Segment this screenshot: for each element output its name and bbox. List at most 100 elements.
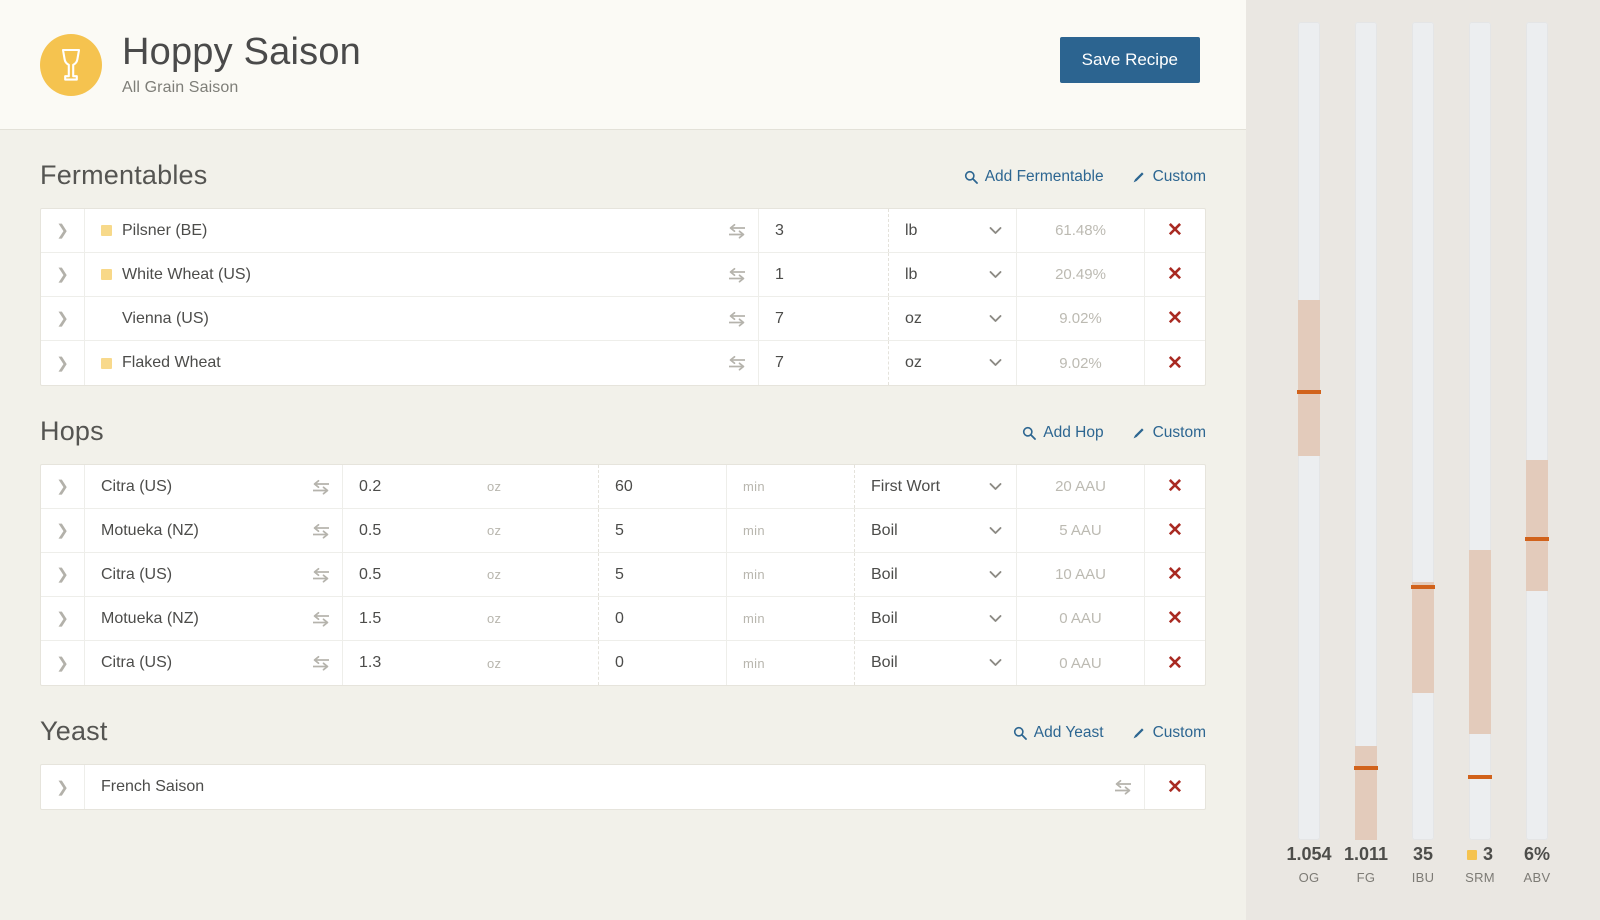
delete-row-button[interactable]: ✕ xyxy=(1145,509,1205,552)
hop-name-cell[interactable]: Motueka (NZ) xyxy=(85,597,299,640)
swap-ingredient-button[interactable] xyxy=(1101,765,1145,809)
expand-row-toggle[interactable]: ❯ xyxy=(41,297,85,340)
hop-use-select[interactable]: Boil xyxy=(855,509,1017,552)
table-row[interactable]: ❯ Citra (US) 1.3 oz 0 min Boil 0 AAU ✕ xyxy=(41,641,1205,685)
add-fermentable-button[interactable]: Add Fermentable xyxy=(964,168,1104,186)
add-yeast-button[interactable]: Add Yeast xyxy=(1013,724,1104,742)
table-row[interactable]: ❯ White Wheat (US) 1 lb 20.49% ✕ xyxy=(41,253,1205,297)
fermentable-unit-select[interactable]: lb xyxy=(889,253,1017,296)
expand-row-toggle[interactable]: ❯ xyxy=(41,465,85,508)
swap-ingredient-button[interactable] xyxy=(299,509,343,552)
fermentable-name-cell[interactable]: Vienna (US) xyxy=(85,297,715,340)
hop-amount-input[interactable]: 0.5 xyxy=(343,509,471,552)
gauge-style-range xyxy=(1298,300,1320,456)
swap-ingredient-button[interactable] xyxy=(299,597,343,640)
delete-row-button[interactable]: ✕ xyxy=(1145,553,1205,596)
table-row[interactable]: ❯ Pilsner (BE) 3 lb 61.48% ✕ xyxy=(41,209,1205,253)
close-icon: ✕ xyxy=(1167,608,1183,629)
hop-time-input[interactable]: 5 xyxy=(599,553,727,596)
delete-row-button[interactable]: ✕ xyxy=(1145,253,1205,296)
hop-name-cell[interactable]: Citra (US) xyxy=(85,465,299,508)
expand-row-toggle[interactable]: ❯ xyxy=(41,209,85,252)
hop-amount-input[interactable]: 0.5 xyxy=(343,553,471,596)
fermentable-unit-select[interactable]: oz xyxy=(889,297,1017,340)
delete-row-button[interactable]: ✕ xyxy=(1145,641,1205,685)
pencil-icon xyxy=(1132,726,1146,740)
hop-amount-input[interactable]: 1.3 xyxy=(343,641,471,685)
custom-fermentable-button[interactable]: Custom xyxy=(1132,168,1206,186)
table-row[interactable]: ❯ Motueka (NZ) 0.5 oz 5 min Boil 5 AAU ✕ xyxy=(41,509,1205,553)
expand-row-toggle[interactable]: ❯ xyxy=(41,509,85,552)
swap-ingredient-button[interactable] xyxy=(299,641,343,685)
fermentable-name-cell[interactable]: Flaked Wheat xyxy=(85,341,715,385)
gauge-value: 35 xyxy=(1412,844,1434,864)
yeast-name-cell[interactable]: French Saison xyxy=(85,765,1101,809)
hop-amount-input[interactable]: 1.5 xyxy=(343,597,471,640)
hops-table: ❯ Citra (US) 0.2 oz 60 min First Wort 20… xyxy=(40,464,1206,686)
hop-use-select[interactable]: Boil xyxy=(855,641,1017,685)
custom-yeast-button[interactable]: Custom xyxy=(1132,724,1206,742)
hop-use-select[interactable]: First Wort xyxy=(855,465,1017,508)
fermentable-unit-select[interactable]: lb xyxy=(889,209,1017,252)
expand-row-toggle[interactable]: ❯ xyxy=(41,765,85,809)
swap-ingredient-button[interactable] xyxy=(299,553,343,596)
hop-time-input[interactable]: 5 xyxy=(599,509,727,552)
expand-row-toggle[interactable]: ❯ xyxy=(41,597,85,640)
expand-row-toggle[interactable]: ❯ xyxy=(41,553,85,596)
hop-time-input[interactable]: 0 xyxy=(599,597,727,640)
table-row[interactable]: ❯ Citra (US) 0.2 oz 60 min First Wort 20… xyxy=(41,465,1205,509)
hop-name-cell[interactable]: Citra (US) xyxy=(85,553,299,596)
swap-ingredient-button[interactable] xyxy=(299,465,343,508)
close-icon: ✕ xyxy=(1167,652,1183,674)
hop-unit-label: oz xyxy=(471,641,599,685)
save-recipe-button[interactable]: Save Recipe xyxy=(1059,37,1200,83)
hop-use-select[interactable]: Boil xyxy=(855,597,1017,640)
add-hop-button[interactable]: Add Hop xyxy=(1022,424,1104,442)
table-row[interactable]: ❯ Vienna (US) 7 oz 9.02% ✕ xyxy=(41,297,1205,341)
custom-hop-button[interactable]: Custom xyxy=(1132,424,1206,442)
hop-time-unit-label: min xyxy=(727,553,855,596)
table-row[interactable]: ❯ Flaked Wheat 7 oz 9.02% ✕ xyxy=(41,341,1205,385)
chevron-down-icon xyxy=(989,354,1002,372)
fermentable-amount-input[interactable]: 1 xyxy=(759,253,889,296)
table-row[interactable]: ❯ Motueka (NZ) 1.5 oz 0 min Boil 0 AAU ✕ xyxy=(41,597,1205,641)
delete-row-button[interactable]: ✕ xyxy=(1145,341,1205,385)
delete-row-button[interactable]: ✕ xyxy=(1145,465,1205,508)
hop-use-select[interactable]: Boil xyxy=(855,553,1017,596)
delete-row-button[interactable]: ✕ xyxy=(1145,597,1205,640)
delete-row-button[interactable]: ✕ xyxy=(1145,209,1205,252)
swap-ingredient-button[interactable] xyxy=(715,209,759,252)
hop-aau-value: 20 AAU xyxy=(1017,465,1145,508)
table-row[interactable]: ❯ French Saison ✕ xyxy=(41,765,1205,809)
fermentable-percent: 9.02% xyxy=(1017,341,1145,385)
hop-amount-input[interactable]: 0.2 xyxy=(343,465,471,508)
hop-name: Citra (US) xyxy=(101,477,173,495)
swap-ingredient-button[interactable] xyxy=(715,297,759,340)
hop-time-input[interactable]: 0 xyxy=(599,641,727,685)
hop-name-cell[interactable]: Citra (US) xyxy=(85,641,299,685)
chevron-down-icon xyxy=(989,522,1002,540)
delete-row-button[interactable]: ✕ xyxy=(1145,297,1205,340)
table-row[interactable]: ❯ Citra (US) 0.5 oz 5 min Boil 10 AAU ✕ xyxy=(41,553,1205,597)
chevron-down-icon xyxy=(989,478,1002,496)
swap-ingredient-button[interactable] xyxy=(715,253,759,296)
fermentable-amount-input[interactable]: 7 xyxy=(759,341,889,385)
add-yeast-label: Add Yeast xyxy=(1033,724,1104,741)
gauge-track xyxy=(1355,22,1377,840)
swap-ingredient-button[interactable] xyxy=(715,341,759,385)
fermentable-name: Vienna (US) xyxy=(122,309,209,327)
hop-time-input[interactable]: 60 xyxy=(599,465,727,508)
chevron-right-icon: ❯ xyxy=(56,478,69,495)
gauge-value-marker xyxy=(1525,537,1549,542)
chevron-right-icon: ❯ xyxy=(56,778,69,796)
fermentable-amount-input[interactable]: 7 xyxy=(759,297,889,340)
delete-row-button[interactable]: ✕ xyxy=(1145,765,1205,809)
fermentable-name-cell[interactable]: Pilsner (BE) xyxy=(85,209,715,252)
fermentable-unit-select[interactable]: oz xyxy=(889,341,1017,385)
fermentable-name-cell[interactable]: White Wheat (US) xyxy=(85,253,715,296)
expand-row-toggle[interactable]: ❯ xyxy=(41,341,85,385)
expand-row-toggle[interactable]: ❯ xyxy=(41,253,85,296)
fermentable-amount-input[interactable]: 3 xyxy=(759,209,889,252)
expand-row-toggle[interactable]: ❯ xyxy=(41,641,85,685)
hop-name-cell[interactable]: Motueka (NZ) xyxy=(85,509,299,552)
